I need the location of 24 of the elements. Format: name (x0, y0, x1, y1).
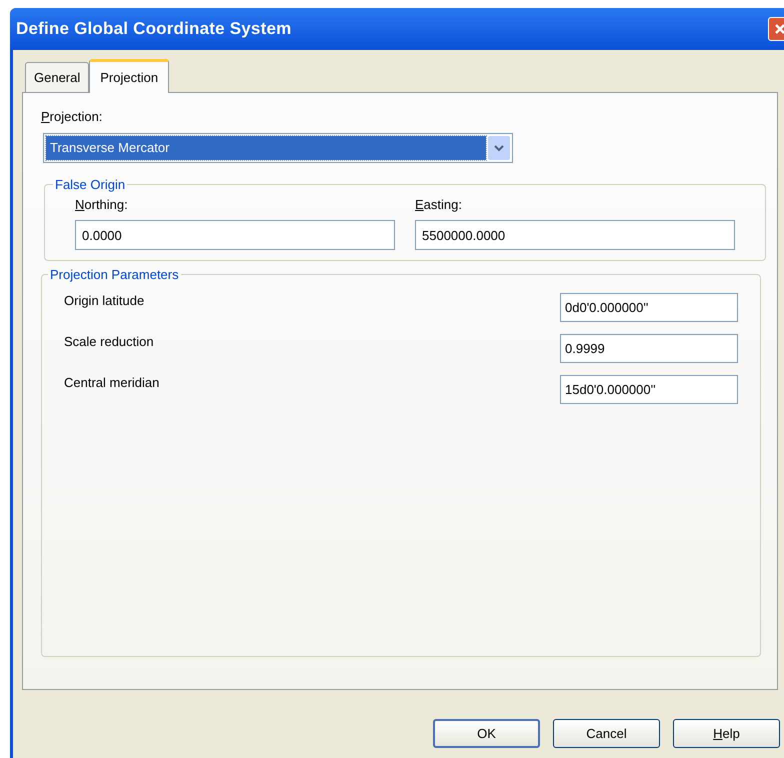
group-title: Projection Parameters (49, 266, 180, 284)
text-field[interactable]: 0d0'0.000000'' (560, 292, 738, 322)
text-field[interactable]: 0.0000 (75, 220, 395, 250)
dropdown-button[interactable] (488, 136, 510, 160)
tab[interactable]: General (25, 62, 90, 92)
group-title: False Origin (54, 176, 126, 194)
dialog-button[interactable]: OK (433, 719, 540, 748)
dialog-button[interactable]: Help (673, 719, 780, 748)
projection-dropdown[interactable]: Transverse Mercator (43, 133, 513, 163)
field-label: Easting: (415, 196, 463, 214)
field-label: Northing: (75, 196, 129, 214)
dialog-button[interactable]: Cancel (553, 719, 660, 748)
tab[interactable]: Projection (89, 59, 170, 93)
close-icon (774, 23, 784, 35)
chevron-down-icon (494, 144, 504, 152)
dropdown-value: Transverse Mercator (46, 136, 486, 160)
field-label: Projection: (41, 108, 104, 126)
text-field[interactable]: 0.9999 (560, 334, 738, 362)
text-field[interactable]: 5500000.0000 (415, 220, 735, 250)
text-field[interactable]: 15d0'0.000000'' (560, 374, 738, 404)
parameter-label: Scale reduction (64, 332, 154, 350)
parameter-label: Central meridian (64, 374, 160, 392)
window-title: Define Global Coordinate System (16, 18, 292, 40)
parameter-label: Origin latitude (64, 292, 144, 310)
